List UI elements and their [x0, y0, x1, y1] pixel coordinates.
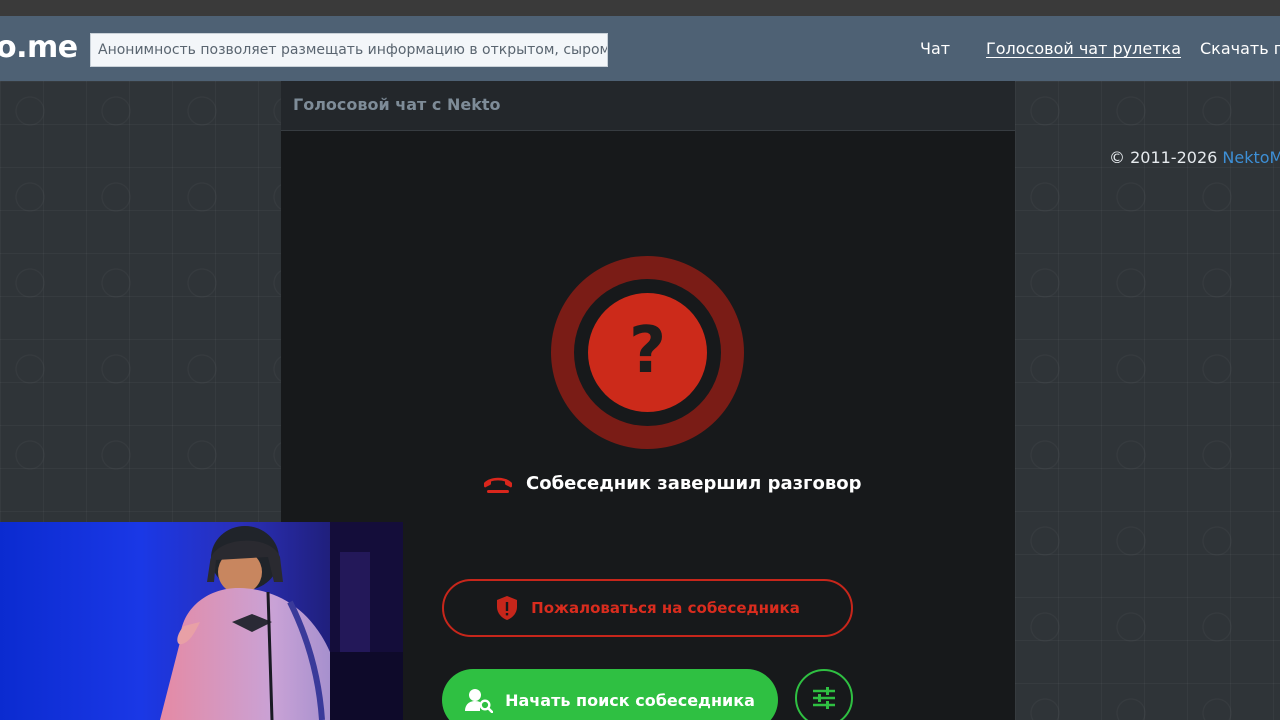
panel-title: Голосовой чат с Nekto [293, 95, 501, 114]
report-button-label: Пожаловаться на собеседника [531, 599, 800, 617]
webcam-overlay [0, 522, 403, 720]
panel-header: Голосовой чат с Nekto [281, 81, 1015, 131]
shield-alert-icon [497, 596, 518, 620]
search-settings-button[interactable] [795, 669, 853, 720]
top-navbar: o.me Анонимность позволяет размещать инф… [0, 16, 1280, 81]
start-search-button[interactable]: Начать поиск собеседника [442, 669, 778, 720]
status-message: Собеседник завершил разговор [526, 473, 862, 494]
streamer-video-image [160, 522, 403, 720]
search-button-label: Начать поиск собеседника [505, 690, 755, 710]
browser-top-strip [0, 0, 1280, 16]
brand-link[interactable]: NektoMe [1222, 148, 1280, 167]
background-pattern-right [1015, 81, 1280, 720]
report-user-button[interactable]: Пожаловаться на собеседника [442, 579, 853, 637]
nav-link-voice-roulette[interactable]: Голосовой чат рулетка [986, 39, 1181, 58]
site-logo[interactable]: o.me [0, 30, 78, 65]
copyright-text: © 2011-2026 [1109, 148, 1218, 167]
nav-link-download[interactable]: Скачать пр [1200, 39, 1280, 58]
question-mark-icon: ? [588, 293, 707, 412]
copyright-notice: © 2011-2026 NektoMe [1109, 148, 1280, 167]
hangup-phone-icon [484, 477, 512, 493]
status-symbol: ? [628, 313, 667, 388]
user-search-icon [465, 689, 494, 713]
slogan-banner: Анонимность позволяет размещать информац… [90, 33, 608, 67]
sliders-icon [813, 687, 835, 709]
nav-link-chat[interactable]: Чат [920, 39, 950, 58]
